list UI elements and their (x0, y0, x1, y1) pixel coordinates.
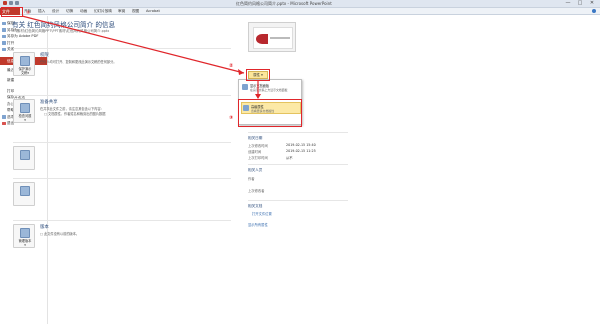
manage-versions-button[interactable]: 管理版本 ▾ (13, 224, 35, 248)
slide-thumbnail (248, 22, 296, 52)
prop-value: 2019-02-15 15:40 (286, 143, 316, 147)
annotation-number-2: ② (229, 63, 234, 69)
close-doc-icon (2, 47, 6, 51)
section-desc: 任何人均可打开、复制和更改此演示文稿的任何部分。 (40, 60, 117, 64)
annotation-number-3: ③ (229, 115, 234, 121)
tab-animations[interactable]: 动画 (80, 9, 87, 14)
lock-icon (20, 56, 30, 66)
divider (13, 220, 231, 221)
docs-heading: 相关文档 (248, 204, 263, 208)
prop-label: 上次打印时间 (248, 156, 268, 160)
window-controls: — □ ✕ (562, 0, 598, 7)
prop-label: 作者 (248, 177, 255, 181)
section-desc: □ 此文件没有以前的版本。 (40, 232, 80, 236)
co-author-button[interactable] (13, 182, 35, 206)
section-title: 权限 (40, 53, 49, 58)
quick-access-toolbar[interactable] (3, 1, 19, 5)
save-as-icon (2, 28, 6, 32)
app-icon (3, 1, 7, 5)
open-file-location-link[interactable]: 打开文件位置 (252, 211, 272, 216)
tab-view[interactable]: 视图 (132, 9, 139, 14)
tab-slideshow[interactable]: 幻灯片放映 (94, 9, 112, 14)
prop-value: 2019-02-15 11:25 (286, 149, 316, 153)
section-permissions: 保护演示 文稿▾ 权限 任何人均可打开、复制和更改此演示文稿的任何部分。 (13, 52, 231, 88)
prop-value: 从不 (286, 156, 293, 160)
protect-presentation-button[interactable]: 保护演示 文稿▾ (13, 52, 35, 76)
tab-review[interactable]: 审阅 (118, 9, 125, 14)
people-heading: 相关人员 (248, 168, 263, 172)
section-compress (13, 146, 231, 174)
folder-icon (2, 41, 6, 45)
file-path: F:\素材\红色简约风格PPT\PPT素材\红色简约风格公司简介.pptx (13, 29, 110, 33)
save-icon (2, 21, 6, 25)
annotation-number-1: ① (26, 10, 31, 16)
exit-icon (2, 121, 6, 125)
title-bar: 红色简约风格公司简介.pptx - Microsoft PowerPoint —… (0, 0, 600, 8)
section-bullet: □ 文档属性、作者姓名和裁剪出的图片数据 (44, 112, 106, 116)
tab-design[interactable]: 设计 (52, 9, 59, 14)
help-icon[interactable] (592, 9, 596, 13)
section-title: 版本 (40, 225, 49, 230)
check-issues-button[interactable]: 检查问题 ▾ (13, 99, 35, 123)
dates-heading: 相关日期 (248, 136, 263, 140)
save-icon[interactable] (9, 1, 13, 5)
tab-insert[interactable]: 插入 (38, 9, 45, 14)
maximize-button[interactable]: □ (574, 0, 586, 7)
tab-acrobat[interactable]: Acrobat (146, 9, 160, 13)
annotation-box-2 (246, 69, 270, 81)
prop-label: 上次修改者 (248, 189, 265, 193)
close-button[interactable]: ✕ (586, 0, 598, 7)
media-icon (20, 150, 30, 160)
document-panel-icon (242, 84, 248, 90)
annotation-box-1 (1, 7, 23, 17)
divider (13, 178, 231, 179)
menu-show-document-panel[interactable]: 显示文档面板 在演示文稿上方显示文档面板 (241, 82, 301, 94)
people-icon (20, 186, 30, 196)
show-all-properties-link[interactable]: 显示所有属性 (248, 222, 268, 227)
options-icon (2, 115, 6, 119)
divider (13, 95, 231, 96)
inspect-icon (20, 103, 30, 113)
divider (13, 142, 231, 143)
compress-media-button[interactable] (13, 146, 35, 170)
prop-label: 上次修改时间 (248, 144, 268, 148)
tab-transitions[interactable]: 切换 (66, 9, 73, 14)
divider (13, 48, 231, 49)
section-versions: 管理版本 ▾ 版本 □ 此文件没有以前的版本。 (13, 224, 231, 252)
ribbon-tabs: 文件 开始 插入 设计 切换 动画 幻灯片放映 审阅 视图 Acrobat (0, 8, 600, 15)
undo-icon[interactable] (15, 1, 19, 5)
versions-icon (20, 228, 30, 238)
section-coauthor (13, 182, 231, 212)
pdf-icon (2, 34, 6, 38)
window-title: 红色简约风格公司简介.pptx - Microsoft PowerPoint (236, 1, 332, 6)
annotation-box-3 (238, 99, 302, 127)
prop-label: 创建时间 (248, 150, 262, 154)
section-title: 准备共享 (40, 100, 58, 105)
section-prepare-sharing: 检查问题 ▾ 准备共享 在共享此文件之前，请注意其包含以下内容： □ 文档属性、作… (13, 99, 231, 139)
minimize-button[interactable]: — (562, 0, 574, 7)
